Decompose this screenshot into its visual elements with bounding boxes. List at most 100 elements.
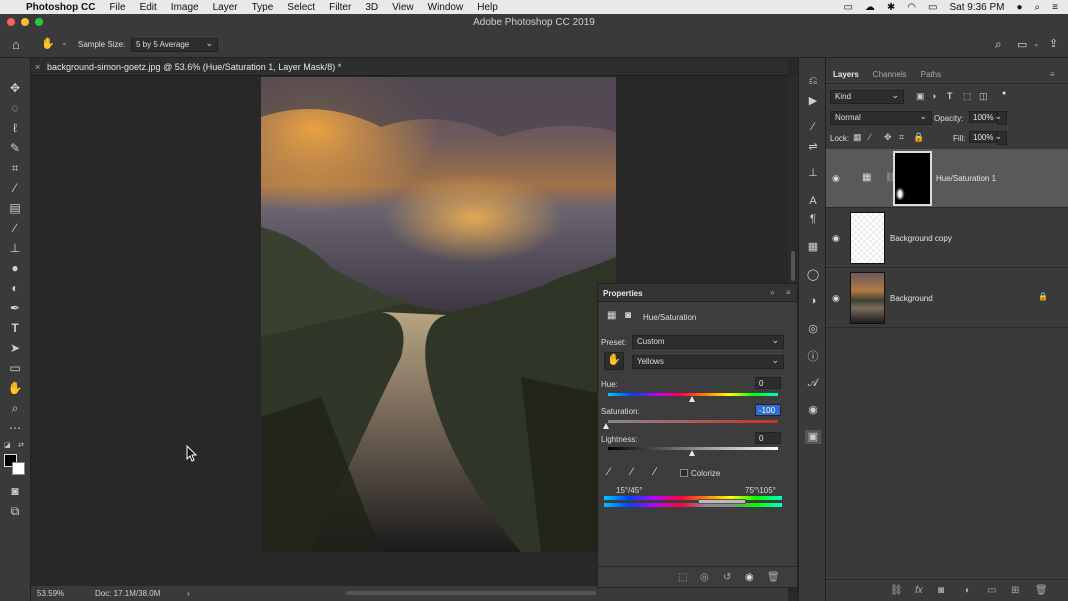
paragraph-panel-icon[interactable]: ¶ [805,212,821,226]
layer-row-hue-saturation[interactable]: ◉ ▦ ⛓ Hue/Saturation 1 [826,149,1068,208]
menu-select[interactable]: Select [287,2,315,13]
tab-paths[interactable]: Paths [914,66,948,84]
workspace-icon[interactable]: ▭ [1017,38,1027,51]
layer-visibility-eye-icon[interactable]: ◉ [832,173,840,184]
quick-selection-tool-icon[interactable]: ✎ [6,140,24,156]
marquee-tool-icon[interactable]: ◌ [6,100,24,116]
menu-app-name[interactable]: Photoshop CC [26,2,95,13]
menu-edit[interactable]: Edit [140,2,157,13]
info-panel-icon[interactable]: ⓘ [805,350,821,364]
link-layers-icon[interactable]: ⛓ [890,585,903,596]
spotlight-search-icon[interactable]: ⌕ [1035,2,1041,13]
filter-smart-object-icon[interactable]: ◫ [979,91,988,102]
clip-to-layer-icon[interactable]: ⬚ [678,572,687,583]
colorize-checkbox[interactable] [680,469,688,477]
screen-record-icon[interactable]: ▭ [843,2,852,13]
properties-panel-icon[interactable]: ▣ [805,430,821,444]
close-window-button[interactable] [7,18,15,26]
preset-dropdown[interactable]: Custom [632,334,784,349]
brush-settings-icon[interactable]: ∕ [805,120,821,134]
layer-thumbnail[interactable] [850,212,885,264]
filter-kind-dropdown[interactable]: Kind [830,89,904,104]
notification-center-icon[interactable]: ≡ [1052,2,1058,13]
type-tool-icon[interactable]: T [6,320,24,336]
adjustments-sliders-icon[interactable]: ⇌ [805,140,821,154]
lightness-value-field[interactable]: 0 [755,432,781,444]
filter-adjustment-icon[interactable]: ◑ [931,91,936,101]
channel-dropdown[interactable]: Yellows [632,354,784,369]
new-adjustment-layer-icon[interactable]: ◑ [963,585,969,596]
history-panel-icon[interactable]: ⎌ [805,74,821,88]
new-layer-icon[interactable]: ⊞ [1011,585,1019,596]
layer-name[interactable]: Background copy [890,234,952,243]
color-panel-icon[interactable]: ◑ [805,294,821,308]
hue-slider-thumb[interactable] [689,396,695,402]
healing-brush-tool-icon[interactable]: ▤ [6,200,24,216]
3d-panel-icon[interactable]: ◉ [805,403,821,417]
eraser-tool-icon[interactable]: ◐ [6,280,24,296]
opacity-field[interactable]: 100% [969,111,997,123]
layer-name[interactable]: Hue/Saturation 1 [936,174,996,183]
eyedropper-add-icon[interactable]: ⁄ [631,466,633,478]
layer-locked-icon[interactable]: 🔒 [1038,292,1048,301]
search-icon[interactable]: ⌕ [995,37,1002,52]
clone-source-icon[interactable]: ⊥ [805,166,821,180]
hue-value-field[interactable]: 0 [755,377,781,389]
battery-icon[interactable]: ▭ [928,2,937,13]
color-range-selector[interactable] [698,499,746,504]
new-group-icon[interactable]: ▭ [987,585,996,596]
reset-adjustments-icon[interactable]: ↺ [723,572,731,583]
menu-file[interactable]: File [109,2,125,13]
layer-row-background[interactable]: ◉ Background 🔒 [826,269,1068,328]
quick-mask-icon[interactable]: ◙ [6,483,24,499]
saturation-value-field[interactable]: -100 [755,404,781,416]
menu-type[interactable]: Type [252,2,274,13]
layer-mask-icon[interactable]: ◙ [625,310,631,321]
layer-row-background-copy[interactable]: ◉ Background copy [826,209,1068,268]
more-tools-icon[interactable]: ⋯ [6,420,24,436]
share-icon[interactable]: ⇪ [1049,37,1058,50]
menu-layer[interactable]: Layer [213,2,238,13]
layer-visibility-eye-icon[interactable]: ◉ [832,233,840,244]
saturation-slider-thumb[interactable] [603,423,609,429]
minimize-window-button[interactable] [21,18,29,26]
libraries-panel-icon[interactable]: ◎ [805,322,821,336]
zoom-tool-icon[interactable]: ⌕ [6,400,24,416]
menu-view[interactable]: View [392,2,414,13]
tab-layers[interactable]: Layers [826,66,866,84]
layer-mask-thumbnail[interactable] [893,151,932,206]
lock-artboard-icon[interactable]: ⌗ [899,132,904,143]
document-tab[interactable]: × background-simon-goetz.jpg @ 53.6% (Hu… [31,58,788,76]
view-previous-state-icon[interactable]: ◎ [700,572,709,583]
menu-help[interactable]: Help [477,2,498,13]
creative-cloud-icon[interactable]: ☁ [865,2,875,13]
fill-dropdown[interactable] [994,130,1007,145]
swatches-grid-icon[interactable]: ▦ [805,240,821,254]
lock-transparent-icon[interactable]: ▦ [853,132,862,143]
glyphs-panel-icon[interactable]: 𝒜 [805,376,821,390]
add-mask-icon[interactable]: ◙ [938,585,944,596]
filter-pixel-icon[interactable]: ▣ [916,91,925,102]
learn-panel-icon[interactable]: ◯ [805,268,821,282]
lock-position-icon[interactable]: ✥ [884,132,892,143]
status-menu-arrow[interactable]: › [187,586,190,601]
tool-preset-dropdown-icon[interactable]: ⌄ [61,38,68,47]
lasso-tool-icon[interactable]: ℓ [6,120,24,136]
menu-3d[interactable]: 3D [365,2,378,13]
menu-filter[interactable]: Filter [329,2,351,13]
clone-stamp-tool-icon[interactable]: ⊥ [6,240,24,256]
blend-mode-dropdown[interactable]: Normal [830,110,932,125]
default-colors-icon[interactable]: ◪ [4,441,11,449]
home-icon[interactable]: ⌂ [12,37,20,52]
user-icon[interactable]: ● [1017,2,1023,13]
lock-pixels-icon[interactable]: ∕ [869,132,871,142]
panel-menu-icon[interactable]: ≡ [786,288,791,297]
document-image[interactable] [261,77,616,552]
zoom-window-button[interactable] [35,18,43,26]
filter-shape-icon[interactable]: ⬚ [963,91,972,102]
wifi-icon[interactable]: ◠ [907,2,916,13]
horizontal-scrollbar[interactable] [346,591,596,595]
lightness-slider-thumb[interactable] [689,450,695,456]
toggle-visibility-icon[interactable]: ◉ [745,572,754,583]
eyedropper-icon[interactable]: ⁄ [608,466,610,478]
